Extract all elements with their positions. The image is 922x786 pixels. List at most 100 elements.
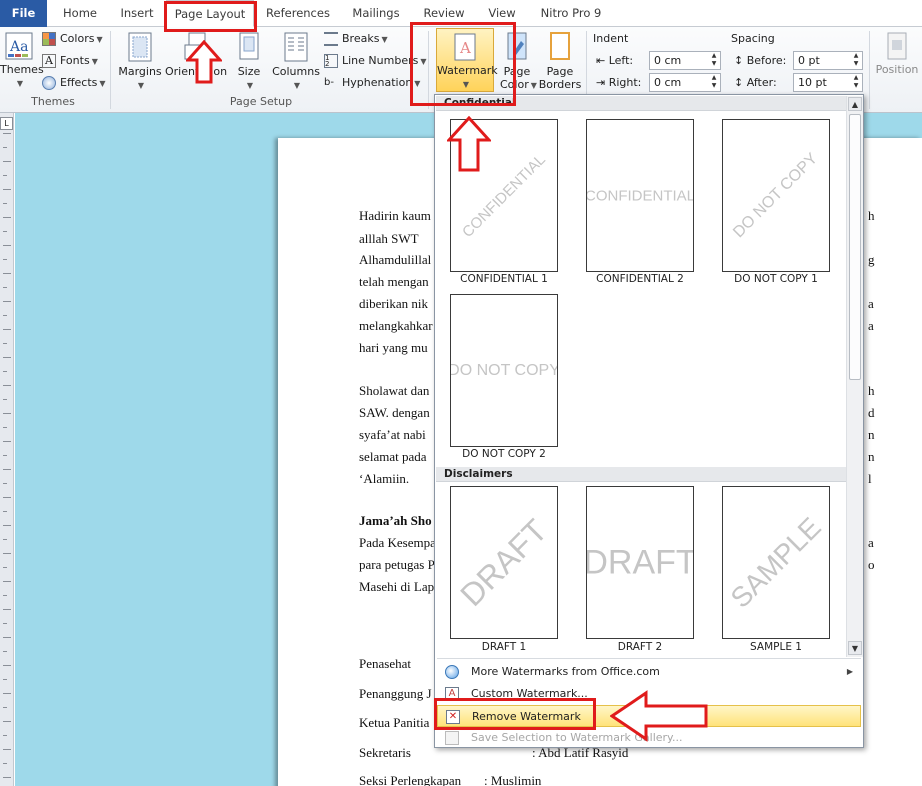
spacing-after-field[interactable]: 10 pt ▲ ▼ xyxy=(793,73,863,92)
themes-button[interactable]: Aa Themes ▼ xyxy=(0,31,44,89)
ruler-tick xyxy=(3,623,7,624)
doc-line-fragment: g xyxy=(868,252,875,267)
page-color-button[interactable]: Page Color ▼ xyxy=(500,31,537,92)
chevron-down-icon: ▼ xyxy=(96,35,103,44)
watermark-thumb-draft-2[interactable]: DRAFT xyxy=(586,486,694,639)
ruler-toggle-button[interactable]: L xyxy=(0,117,13,130)
office-online-icon xyxy=(445,665,459,679)
ruler-tick xyxy=(3,161,11,162)
breaks-icon xyxy=(324,32,338,46)
spacing-before-field[interactable]: 0 pt ▲ ▼ xyxy=(793,51,863,70)
colors-button[interactable]: Colors ▼ xyxy=(42,29,103,49)
svg-text:Aa: Aa xyxy=(9,39,28,55)
doc-line: telah mengan xyxy=(359,274,429,289)
spacing-before-label: ↕ Before: xyxy=(734,54,786,67)
tab-page-layout[interactable]: Page Layout xyxy=(166,0,254,27)
ruler-tick xyxy=(3,147,7,148)
colors-icon xyxy=(42,32,56,46)
scroll-down-icon[interactable]: ▼ xyxy=(848,641,862,655)
watermark-thumb-draft-1[interactable]: DRAFT xyxy=(450,486,558,639)
doc-line: Sholawat dan xyxy=(359,383,430,398)
doc-line: Penanggung J xyxy=(359,686,432,701)
tab-nitro-pro[interactable]: Nitro Pro 9 xyxy=(536,0,606,27)
chevron-right-icon: ▶ xyxy=(846,667,853,676)
scroll-up-icon[interactable]: ▲ xyxy=(848,97,862,111)
size-button[interactable]: Size ▼ xyxy=(232,31,266,91)
position-button[interactable]: Position xyxy=(873,31,921,76)
watermark-thumb-confidential-2[interactable]: CONFIDENTIAL xyxy=(586,119,694,272)
watermark-preview-text: DRAFT xyxy=(586,543,694,581)
line-numbers-button[interactable]: 1 2 Line Numbers ▼ xyxy=(324,51,427,71)
tab-references[interactable]: References xyxy=(262,0,334,27)
doc-line-fragment: d xyxy=(868,405,875,420)
spacing-before-icon: ↕ xyxy=(734,54,747,67)
group-separator xyxy=(428,31,429,109)
ruler-tick xyxy=(3,721,11,722)
watermark-thumb-sample-1[interactable]: SAMPLE xyxy=(722,486,830,639)
indent-right-label: ⇥ Right: xyxy=(596,76,641,89)
ruler-tick xyxy=(3,707,7,708)
columns-button[interactable]: Columns ▼ xyxy=(270,31,322,91)
ruler-tick xyxy=(3,497,11,498)
ruler-tick xyxy=(3,399,7,400)
indent-left-icon: ⇤ xyxy=(596,54,609,67)
spacing-after-text: After: xyxy=(746,76,777,89)
breaks-button[interactable]: Breaks ▼ xyxy=(324,29,388,49)
ruler-tick xyxy=(3,735,7,736)
watermark-caption: DO NOT COPY 2 xyxy=(462,448,546,460)
spin-arrows-icon[interactable]: ▲ ▼ xyxy=(851,52,861,68)
tab-view[interactable]: View xyxy=(480,0,524,27)
fonts-button[interactable]: A Fonts ▼ xyxy=(42,51,98,71)
custom-watermark-icon: A xyxy=(445,687,459,701)
watermark-thumb-do-not-copy-1[interactable]: DO NOT COPY xyxy=(722,119,830,272)
effects-button[interactable]: Effects ▼ xyxy=(42,73,106,93)
tab-home[interactable]: Home xyxy=(56,0,104,27)
up-arrow-icon xyxy=(447,116,491,172)
page-borders-button[interactable]: Page Borders xyxy=(538,31,582,91)
scrollbar-thumb[interactable] xyxy=(849,114,861,380)
ruler-tick xyxy=(3,511,7,512)
doc-line: SAW. dengan xyxy=(359,405,430,420)
watermark-icon: A xyxy=(454,33,476,61)
ruler-tick xyxy=(3,231,7,232)
watermark-caption: DRAFT 1 xyxy=(481,641,527,653)
spin-arrows-icon[interactable]: ▲ ▼ xyxy=(709,74,719,90)
gallery-scrollbar[interactable]: ▲ ▼ xyxy=(846,96,863,657)
ribbon-tab-bar: File Home Insert Page Layout References … xyxy=(0,0,922,27)
watermark-button[interactable]: A Watermark ▼ xyxy=(436,28,498,92)
ruler-tick xyxy=(3,413,11,414)
watermark-thumb-do-not-copy-2[interactable]: DO NOT COPY xyxy=(450,294,558,447)
indent-right-field[interactable]: 0 cm ▲ ▼ xyxy=(649,73,721,92)
group-separator xyxy=(110,31,111,109)
watermark-gallery: Confidential CONFIDENTIAL CONFIDENTIAL 1… xyxy=(434,94,864,748)
margins-button[interactable]: Margins ▼ xyxy=(116,31,164,91)
hyphenation-button[interactable]: b- Hyphenation ▼ xyxy=(324,73,420,93)
spin-arrows-icon[interactable]: ▲ ▼ xyxy=(709,52,719,68)
tab-review[interactable]: Review xyxy=(418,0,470,27)
page-color-icon xyxy=(507,32,527,60)
doc-line-fragment: l xyxy=(868,471,872,486)
ruler-tick xyxy=(3,441,11,442)
indent-right-icon: ⇥ xyxy=(596,76,609,89)
watermark-label: Watermark xyxy=(437,64,498,77)
doc-line-bold: Jama’ah Sho xyxy=(359,513,432,528)
page-color-label-2: Color xyxy=(500,78,529,91)
ruler-tick xyxy=(3,693,11,694)
left-arrow-icon xyxy=(610,690,708,742)
spacing-after-label: ↕ After: xyxy=(734,76,777,89)
remove-watermark-label: Remove Watermark xyxy=(472,710,581,723)
vertical-ruler xyxy=(0,113,14,786)
tab-file[interactable]: File xyxy=(0,0,47,27)
doc-line: diberikan nik xyxy=(359,296,428,311)
ruler-tick xyxy=(3,651,7,652)
ruler-tick xyxy=(3,553,11,554)
spin-arrows-icon[interactable]: ▲ ▼ xyxy=(851,74,861,90)
ruler-tick xyxy=(3,749,11,750)
indent-left-field[interactable]: 0 cm ▲ ▼ xyxy=(649,51,721,70)
gallery-category-header: Disclaimers xyxy=(436,467,846,482)
more-watermarks-menu-item[interactable]: More Watermarks from Office.com ▶ xyxy=(437,661,861,683)
hyphenation-icon: b- xyxy=(324,77,334,88)
tab-insert[interactable]: Insert xyxy=(114,0,160,27)
ruler-tick xyxy=(3,315,7,316)
tab-mailings[interactable]: Mailings xyxy=(345,0,407,27)
